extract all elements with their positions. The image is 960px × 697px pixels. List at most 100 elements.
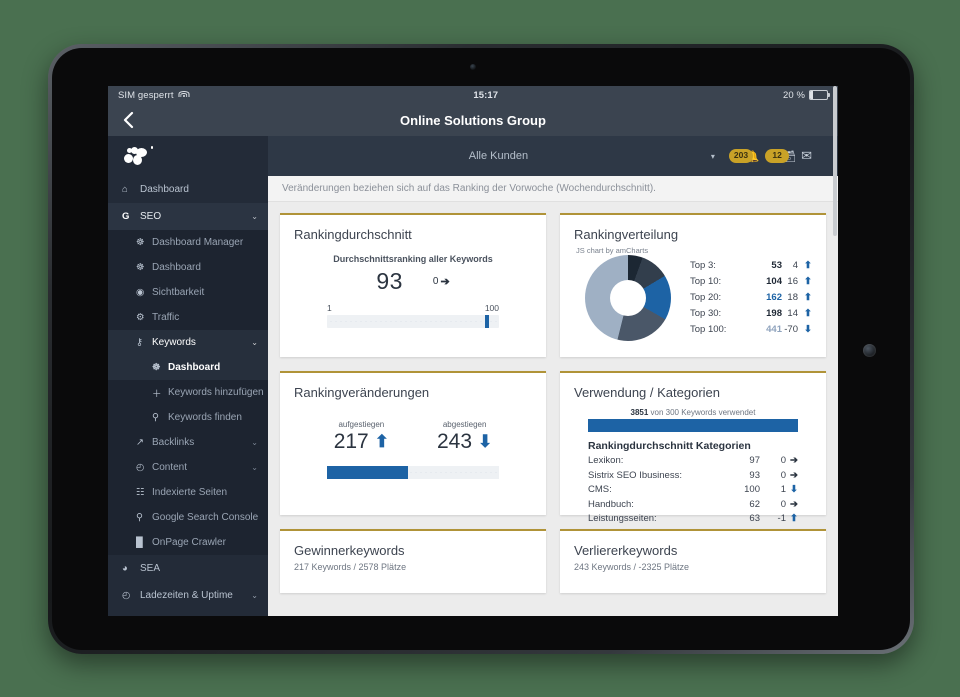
chevron-down-icon: ⌄	[251, 438, 258, 447]
sidebar-item-dashboard-manager[interactable]: ☸ Dashboard Manager	[108, 230, 268, 255]
card-title: Gewinnerkeywords	[294, 543, 405, 558]
card-subtitle: 243 Keywords / -2325 Plätze	[574, 562, 690, 572]
front-camera	[470, 64, 476, 70]
toolbar-badges: 203 🔔 12 🗃 ✉	[728, 148, 826, 164]
distribution-body: JS chart by amCharts Top 3: 53 4 ⬆ Top 10: 10…	[574, 246, 812, 341]
sidebar-item-backlinks[interactable]: ↗ Backlinks ⌄	[108, 430, 268, 455]
category-delta: 1	[780, 484, 786, 495]
key-icon: ⚷	[136, 337, 143, 348]
changes-ratio-bar	[327, 466, 499, 479]
sidebar-item-onpage-crawler[interactable]: █ OnPage Crawler	[108, 530, 268, 555]
sidebar-item-google-search-console[interactable]: ⚲ Google Search Console	[108, 505, 268, 530]
scale-max: 100	[484, 303, 499, 313]
category-arrow-icon: ➔	[790, 498, 798, 510]
sidebar-item-seo[interactable]: G SEO ⌄	[108, 203, 268, 230]
app-logo[interactable]	[108, 136, 268, 176]
down-caption: abgestiegen	[442, 420, 487, 429]
card-title: Rankingveränderungen	[294, 385, 430, 400]
sidebar-item-keywords-hinzuf-gen[interactable]: ＋ Keywords hinzufügen	[108, 380, 268, 405]
card-ranking-distribution: Rankingverteilung JS chart by amCharts T…	[560, 213, 826, 357]
sidebar-item-content[interactable]: ◴ Content ⌄	[108, 455, 268, 480]
pie-chart-icon: ◕	[122, 563, 128, 574]
category-label: Lexikon:	[588, 455, 624, 466]
category-row: CMS: 100 1 ⬇	[588, 483, 798, 498]
app-body: ⌂ Dashboard G SEO ⌄ ☸ Dashboard Manager ☸ Dashbo…	[108, 86, 838, 616]
distribution-value: 104	[766, 276, 782, 287]
changes-up: aufgestiegen 217 ⬆	[334, 420, 389, 454]
sidebar-item-keywords[interactable]: ⚷ Keywords ⌄	[108, 330, 268, 355]
chevron-left-icon	[123, 111, 133, 129]
category-label: Handbuch:	[588, 498, 634, 510]
plus-icon: ＋	[152, 388, 162, 400]
arrow-up-icon: ⬆	[374, 432, 389, 451]
scale-knob	[485, 315, 490, 328]
vertical-scrollbar[interactable]	[833, 86, 837, 236]
category-value: 93	[749, 469, 760, 481]
donut-chart[interactable]	[585, 255, 671, 341]
category-label: Sistrix SEO Ibusiness:	[588, 469, 682, 481]
changes-down: abgestiegen 243 ⬇	[437, 420, 492, 454]
average-scale: 1 100	[327, 303, 499, 328]
dashboard-scroll-area[interactable]: Rankingdurchschnitt Durchschnittsranking…	[268, 86, 838, 616]
tablet-device-frame: SIM gesperrt 15:17 20 % Online Solutions…	[48, 44, 914, 654]
search-icon: ⚲	[136, 512, 143, 523]
back-button[interactable]	[108, 111, 148, 129]
google-g-icon: G	[122, 211, 130, 222]
category-arrow-icon: ➔	[790, 455, 798, 466]
category-row: Leistungsseiten: 63 -1 ⬆	[588, 512, 798, 527]
distribution-delta: 14	[787, 308, 798, 319]
sidebar-item-analytics[interactable]: ↗Analytics	[108, 609, 268, 616]
down-value-row: 243 ⬇	[437, 430, 492, 454]
distribution-label: Top 10:	[690, 276, 722, 287]
tasks-badge: 12	[765, 149, 790, 163]
status-bar-clock: 15:17	[473, 89, 499, 101]
main-content: Alle Kunden ▾ 203 🔔 12 🗃	[268, 86, 838, 616]
arrow-flat-icon: ➔	[440, 276, 450, 288]
average-delta: 0 ➔	[433, 275, 450, 288]
category-label: CMS:	[588, 484, 612, 495]
donut-chart-wrap: JS chart by amCharts	[574, 246, 682, 341]
sidebar-item-label: OnPage Crawler	[152, 537, 226, 548]
search-icon: ⚲	[152, 412, 159, 423]
changes-columns: aufgestiegen 217 ⬆ abgestiegen 243 ⬇	[294, 420, 532, 454]
sidebar-item-indexierte-seiten[interactable]: ☷ Indexierte Seiten	[108, 480, 268, 505]
gears-icon: ⚙	[136, 312, 145, 323]
sidebar-item-dashboard[interactable]: ⌂ Dashboard	[108, 176, 268, 203]
category-value: 63	[749, 513, 760, 524]
sidebar-item-traffic[interactable]: ⚙ Traffic	[108, 305, 268, 330]
envelope-icon[interactable]: ✉	[801, 148, 812, 164]
notifications-button[interactable]: 203 🔔	[728, 149, 760, 163]
sidebar-item-label: Sichtbarkeit	[152, 287, 205, 298]
home-button[interactable]	[863, 344, 876, 357]
sidebar-item-label: Backlinks	[152, 437, 195, 448]
card-ranking-average: Rankingdurchschnitt Durchschnittsranking…	[280, 213, 546, 357]
external-link-icon: ↗	[136, 437, 144, 448]
sidebar: ⌂ Dashboard G SEO ⌄ ☸ Dashboard Manager ☸ Dashbo…	[108, 136, 268, 616]
card-winner-keywords: Gewinnerkeywords 217 Keywords / 2578 Plä…	[280, 529, 546, 593]
app-toolbar: Alle Kunden ▾ 203 🔔 12 🗃	[268, 136, 838, 176]
sidebar-item-ladezeiten-uptime[interactable]: ◴ Ladezeiten & Uptime ⌄	[108, 582, 268, 609]
changes-ratio-fill	[327, 466, 408, 479]
sidebar-item-label: Indexierte Seiten	[152, 487, 228, 498]
sidebar-item-keywords-finden[interactable]: ⚲ Keywords finden	[108, 405, 268, 430]
sidebar-item-label: Keywords	[152, 337, 196, 348]
eye-icon: ◉	[136, 287, 145, 298]
sidebar-item-sea[interactable]: ◕ SEA	[108, 555, 268, 582]
card-title: Rankingverteilung	[574, 227, 679, 242]
notifications-badge: 203	[728, 149, 754, 163]
tasks-button[interactable]: 12 🗃	[765, 149, 796, 163]
sidebar-item-sichtbarkeit[interactable]: ◉ Sichtbarkeit	[108, 280, 268, 305]
cards-grid-row2: Gewinnerkeywords 217 Keywords / 2578 Plä…	[280, 529, 826, 593]
customer-selector[interactable]: Alle Kunden ▾	[268, 150, 729, 162]
info-note: Veränderungen beziehen sich auf das Rank…	[268, 176, 838, 202]
category-arrow-icon: ➔	[790, 469, 798, 481]
page-title: Online Solutions Group	[400, 112, 546, 128]
distribution-delta: 16	[787, 276, 798, 287]
sidebar-item-label: Dashboard Manager	[152, 237, 244, 248]
category-delta: 0	[780, 469, 786, 481]
category-row: Lexikon: 97 0 ➔	[588, 454, 798, 469]
distribution-label: Top 3:	[690, 260, 716, 271]
sidebar-item-dashboard[interactable]: ☸ Dashboard	[108, 255, 268, 280]
card-title: Verwendung / Kategorien	[574, 385, 720, 400]
sidebar-item-dashboard[interactable]: ☸ Dashboard	[108, 355, 268, 380]
